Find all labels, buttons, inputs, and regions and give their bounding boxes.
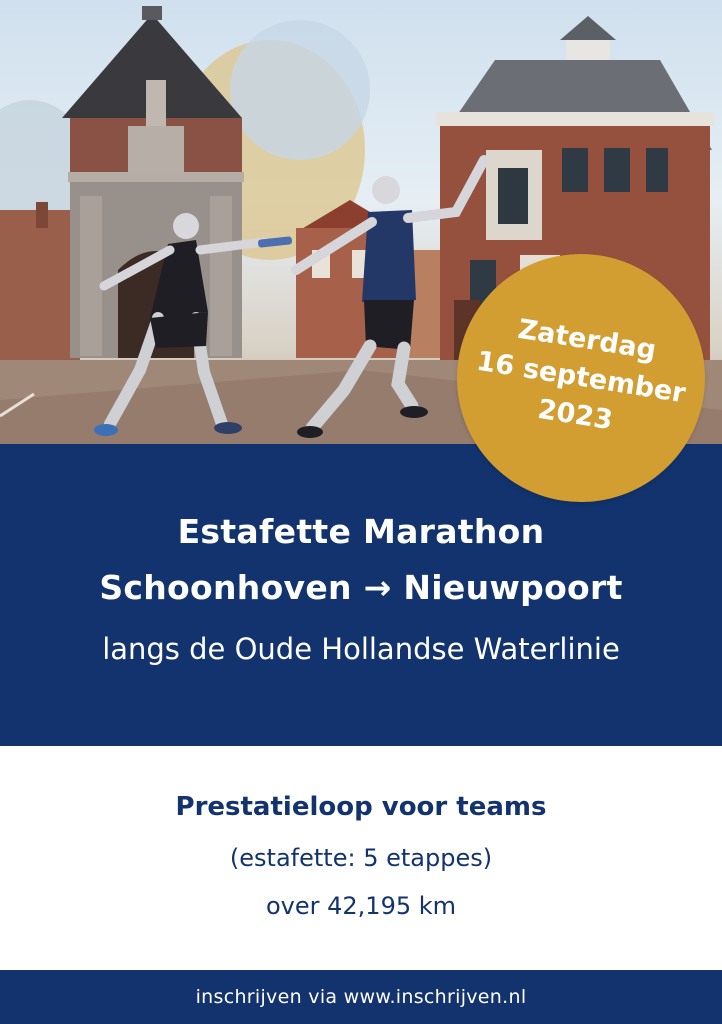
registration-text: inschrijven via www.inschrijven.nl xyxy=(195,986,527,1008)
event-subtitle: langs de Oude Hollandse Waterlinie xyxy=(102,632,620,666)
chimney xyxy=(36,202,48,228)
tree-foliage-light xyxy=(230,20,370,160)
poster: Zaterdag 16 september 2023 Estafette Mar… xyxy=(0,0,722,1024)
info-section: Prestatieloop voor teams (estafette: 5 e… xyxy=(0,746,722,970)
city-gate xyxy=(62,6,244,358)
brick-wall-left xyxy=(0,210,80,360)
event-title: Estafette Marathon xyxy=(177,512,545,551)
info-heading: Prestatieloop voor teams xyxy=(175,792,547,822)
event-route: Schoonhoven → Nieuwpoort xyxy=(99,568,623,607)
footer: inschrijven via www.inschrijven.nl xyxy=(0,970,722,1024)
info-stages: (estafette: 5 etappes) xyxy=(229,844,493,872)
info-distance: over 42,195 km xyxy=(265,892,457,920)
